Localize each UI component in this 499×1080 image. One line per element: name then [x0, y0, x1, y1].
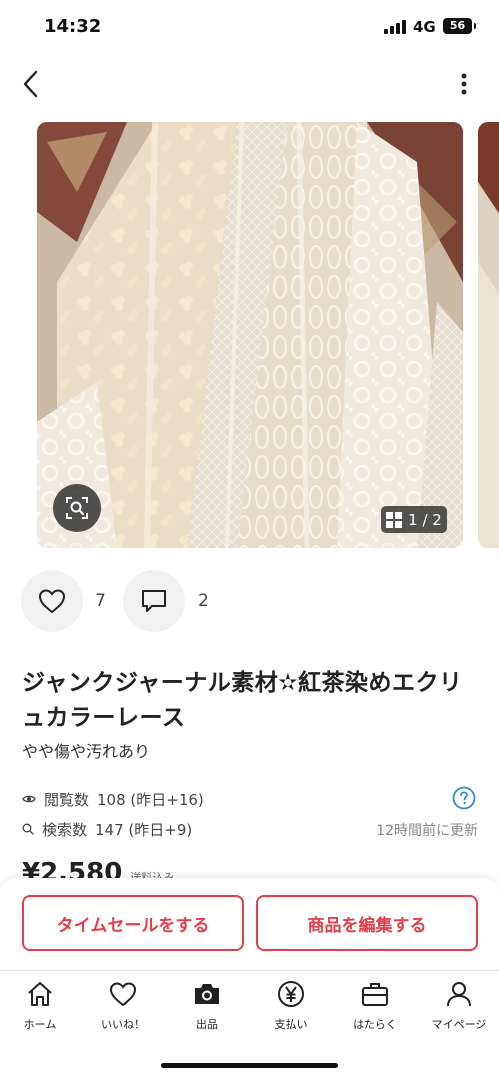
- tab-bar: ホーム いいね！ 出品 支払い はたらく マイページ: [0, 980, 499, 1036]
- product-condition: やや傷や汚れあり: [22, 742, 151, 761]
- next-image-peek[interactable]: [478, 122, 499, 548]
- eye-icon: [22, 795, 36, 803]
- chevron-left-icon: [23, 70, 38, 98]
- status-time: 14:32: [44, 16, 102, 37]
- question-circle-icon[interactable]: [452, 786, 476, 810]
- tab-work-label: はたらく: [353, 1018, 397, 1031]
- tab-home[interactable]: ホーム: [0, 980, 80, 1036]
- home-indicator[interactable]: [161, 1063, 338, 1068]
- like-button[interactable]: [21, 570, 83, 632]
- nav-bar: [0, 54, 499, 114]
- network-type: 4G: [413, 18, 436, 36]
- tab-likes-label: いいね！: [101, 1018, 145, 1031]
- tab-payment-label: 支払い: [274, 1018, 308, 1031]
- tab-work[interactable]: はたらく: [335, 980, 415, 1036]
- divider: [0, 970, 499, 971]
- image-counter-text: 1 / 2: [408, 510, 442, 529]
- home-icon: [28, 982, 52, 1006]
- camera-icon: [195, 984, 219, 1004]
- tab-sell-label: 出品: [196, 1018, 218, 1031]
- searches-label: 検索数: [42, 820, 88, 839]
- battery-icon: 56: [443, 18, 476, 34]
- action-row: 7 2: [21, 570, 321, 632]
- updated-time: 12時間前に更新: [376, 823, 478, 839]
- tab-home-label: ホーム: [23, 1018, 57, 1031]
- briefcase-icon: [362, 983, 388, 1006]
- tab-mypage-label: マイページ: [431, 1018, 487, 1031]
- vertical-ellipsis-icon: [461, 73, 467, 95]
- comment-button[interactable]: [123, 570, 185, 632]
- tab-mypage[interactable]: マイページ: [419, 980, 499, 1036]
- like-count: 7: [95, 591, 106, 611]
- bottom-action-sheet: タイムセールをする 商品を編集する ホーム いいね！ 出品 支払い はたらく マ…: [0, 878, 499, 1080]
- magnifier-icon: [22, 823, 34, 835]
- views-label: 閲覧数: [44, 790, 90, 809]
- heart-icon: [38, 589, 66, 614]
- back-button[interactable]: [12, 64, 48, 104]
- product-title: ジャンクジャーナル素材✫紅茶染めエクリュカラーレース: [22, 670, 463, 731]
- views-stat: 閲覧数 108 (昨日+16): [22, 788, 204, 810]
- searches-stat: 検索数 147 (昨日+9): [22, 818, 192, 840]
- status-bar: 14:32 4G 56: [0, 0, 499, 54]
- tab-payment[interactable]: 支払い: [251, 980, 331, 1036]
- image-counter: 1 / 2: [381, 506, 447, 533]
- more-options-button[interactable]: [448, 66, 480, 102]
- tab-likes[interactable]: いいね！: [83, 980, 163, 1036]
- heart-icon: [109, 982, 137, 1007]
- lace-photo: [37, 122, 463, 548]
- tab-sell[interactable]: 出品: [167, 980, 247, 1036]
- searches-value: 147 (昨日+9): [95, 820, 193, 839]
- yen-icon: [278, 981, 304, 1007]
- edit-product-button[interactable]: 商品を編集する: [256, 895, 478, 951]
- views-value: 108 (昨日+16): [97, 790, 204, 809]
- zoom-button[interactable]: [53, 484, 101, 532]
- image-search-icon: [66, 497, 88, 519]
- lace-photo-next: [478, 122, 499, 548]
- comment-count: 2: [198, 591, 209, 611]
- timesale-button[interactable]: タイムセールをする: [22, 895, 244, 951]
- person-icon: [447, 982, 471, 1007]
- product-image[interactable]: [37, 122, 463, 548]
- signal-icon: [384, 20, 408, 34]
- grid-icon: [386, 511, 403, 528]
- speech-bubble-icon: [142, 590, 166, 612]
